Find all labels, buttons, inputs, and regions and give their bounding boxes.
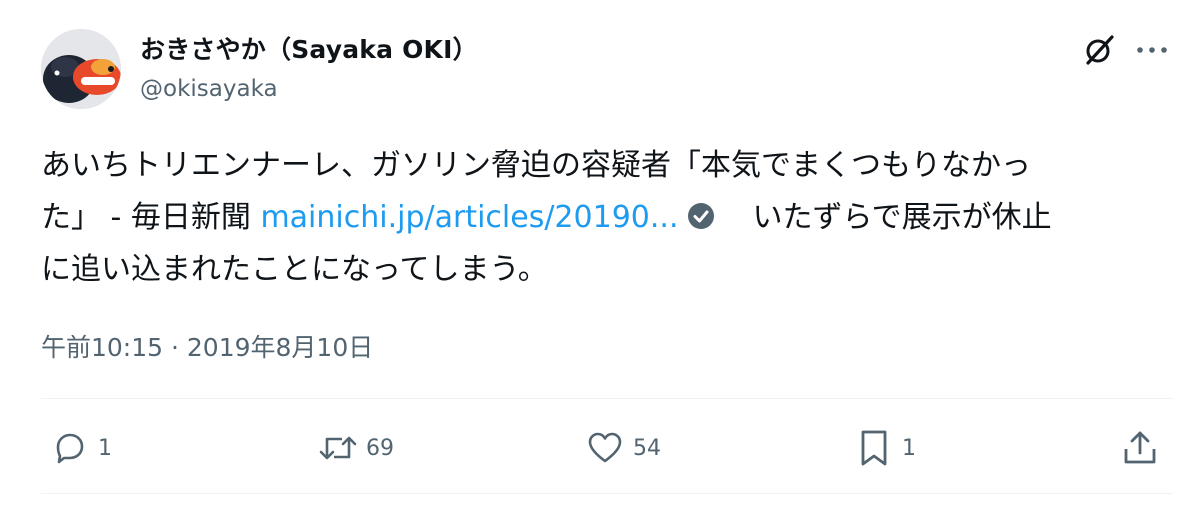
author-display-name[interactable]: おきさやか（Sayaka OKI） xyxy=(140,30,478,66)
grok-slash-icon[interactable] xyxy=(1079,30,1119,70)
avatar-image xyxy=(41,29,121,109)
retweet-count: 69 xyxy=(366,435,394,461)
bookmark-button[interactable]: 1 xyxy=(854,426,916,470)
tweet-line-2-prefix: た」 - 毎日新聞 xyxy=(41,200,261,235)
bookmark-count: 1 xyxy=(902,435,916,461)
avatar[interactable] xyxy=(41,29,121,109)
divider xyxy=(41,398,1173,399)
retweet-button[interactable]: 69 xyxy=(318,426,394,470)
reply-bubble-icon xyxy=(50,428,90,468)
tweet-timestamp[interactable]: 午前10:15 · 2019年8月10日 xyxy=(41,328,373,364)
grok-slash-icon-svg xyxy=(1086,35,1114,65)
divider xyxy=(41,493,1173,494)
tweet-line-3: に追い込まれたことになってしまう。 xyxy=(41,252,548,287)
article-link[interactable]: mainichi.jp/articles/20190... xyxy=(260,200,678,235)
like-button[interactable]: 54 xyxy=(585,426,661,470)
bookmark-icon xyxy=(854,428,894,468)
author-handle[interactable]: @okisayaka xyxy=(140,76,278,102)
like-count: 54 xyxy=(633,435,661,461)
heart-icon xyxy=(585,428,625,468)
verified-check-icon xyxy=(686,196,716,229)
more-dots-icon[interactable] xyxy=(1130,30,1174,70)
retweet-icon xyxy=(318,428,358,468)
reply-button[interactable]: 1 xyxy=(50,426,112,470)
share-upload-icon xyxy=(1120,428,1160,468)
tweet-line-1: あいちトリエンナーレ、ガソリン脅迫の容疑者「本気でまくつもりなかっ xyxy=(41,148,1031,183)
reply-count: 1 xyxy=(98,435,112,461)
share-button[interactable] xyxy=(1120,426,1160,470)
tweet-line-2: た」 - 毎日新聞 mainichi.jp/articles/20190... い… xyxy=(41,192,1161,244)
more-dots-icon-svg xyxy=(1137,47,1167,53)
tweet-text: あいちトリエンナーレ、ガソリン脅迫の容疑者「本気でまくつもりなかっ た」 - 毎… xyxy=(41,140,1161,296)
tweet-card: おきさやか（Sayaka OKI） @okisayaka あいちトリエンナーレ、… xyxy=(0,0,1194,506)
tweet-line-2-suffix: いたずらで展示が休止 xyxy=(752,200,1052,235)
